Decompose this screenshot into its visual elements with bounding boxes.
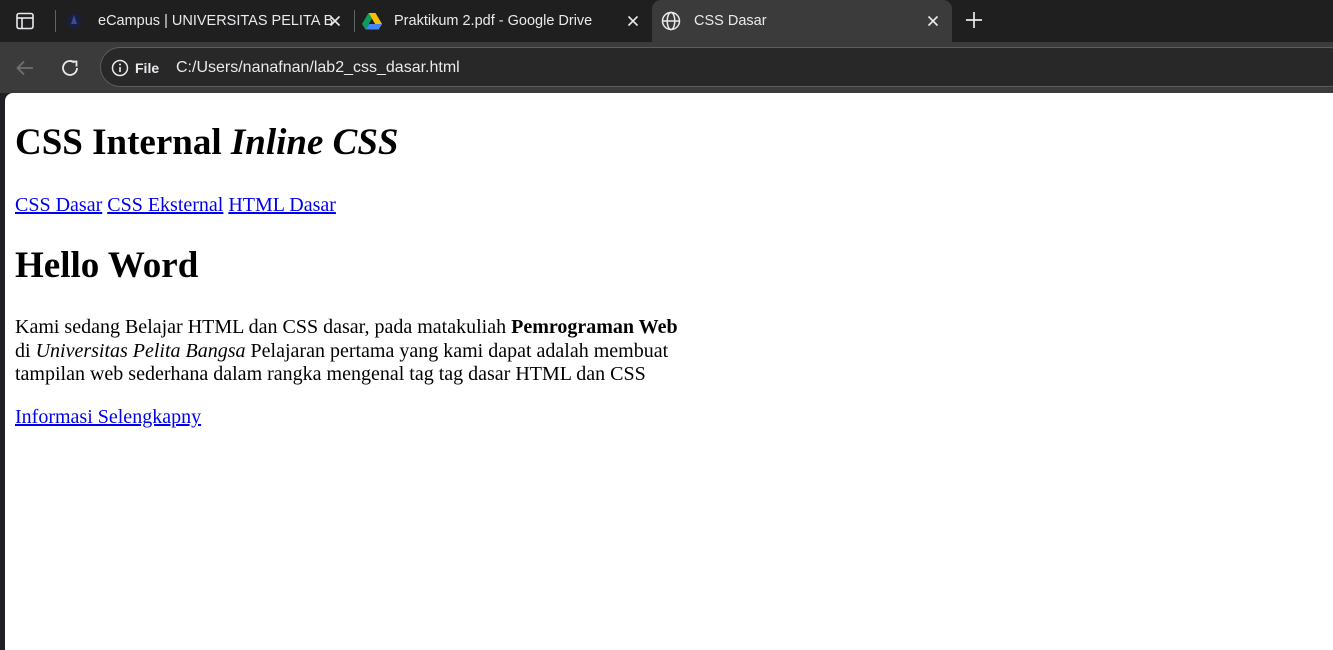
tab-title: eCampus | UNIVERSITAS PELITA B bbox=[98, 13, 334, 29]
reload-icon bbox=[62, 60, 78, 76]
tab-actions-button[interactable] bbox=[8, 8, 42, 34]
link-css-dasar[interactable]: CSS Dasar bbox=[15, 194, 102, 216]
site-info-chip[interactable]: File bbox=[111, 57, 159, 79]
nav-links: CSS Dasar CSS Eksternal HTML Dasar bbox=[15, 194, 336, 217]
new-tab-button[interactable] bbox=[962, 8, 986, 32]
plus-icon bbox=[966, 12, 982, 28]
site-chip-label: File bbox=[135, 60, 160, 76]
back-button[interactable] bbox=[12, 55, 38, 81]
tab-separator bbox=[55, 10, 56, 32]
tab-separator bbox=[354, 10, 355, 32]
info-icon bbox=[111, 59, 129, 77]
campus-logo-icon bbox=[64, 11, 84, 31]
heading-italic: Inline CSS bbox=[230, 122, 399, 163]
section-heading: Hello Word bbox=[15, 245, 199, 286]
heading-plain: CSS Internal bbox=[15, 122, 231, 163]
address-bar[interactable]: File C:/Users/nanafnan/lab2_css_dasar.ht… bbox=[100, 47, 1333, 87]
tab-ecampus[interactable]: eCampus | UNIVERSITAS PELITA B bbox=[58, 0, 354, 42]
paragraph-italic: Universitas Pelita Bangsa bbox=[35, 339, 246, 362]
tab-title: CSS Dasar bbox=[694, 13, 767, 29]
close-tab-icon[interactable] bbox=[624, 12, 642, 30]
close-tab-icon[interactable] bbox=[326, 12, 344, 30]
tab-google-drive[interactable]: Praktikum 2.pdf - Google Drive bbox=[356, 0, 652, 42]
intro-paragraph: Kami sedang Belajar HTML dan CSS dasar, … bbox=[15, 316, 683, 387]
tab-strip: eCampus | UNIVERSITAS PELITA B Praktikum… bbox=[0, 0, 1333, 42]
google-drive-icon bbox=[362, 11, 382, 31]
page-viewport: CSS Internal Inline CSS CSS Dasar CSS Ek… bbox=[5, 93, 1333, 650]
page-heading: CSS Internal Inline CSS bbox=[15, 121, 399, 165]
back-arrow-icon bbox=[16, 60, 33, 76]
more-info-link[interactable]: Informasi Selengkapny bbox=[15, 406, 201, 429]
link-html-dasar[interactable]: HTML Dasar bbox=[228, 194, 336, 216]
tab-title: Praktikum 2.pdf - Google Drive bbox=[394, 13, 593, 29]
link-css-eksternal[interactable]: CSS Eksternal bbox=[107, 194, 223, 216]
paragraph-text-2: di bbox=[15, 339, 36, 362]
tab-css-dasar[interactable]: CSS Dasar bbox=[652, 0, 952, 42]
close-tab-icon[interactable] bbox=[924, 12, 942, 30]
browser-toolbar: File C:/Users/nanafnan/lab2_css_dasar.ht… bbox=[0, 42, 1333, 93]
globe-icon bbox=[661, 11, 681, 31]
paragraph-text-1: Kami sedang Belajar HTML dan CSS dasar, … bbox=[15, 316, 512, 338]
url-text[interactable]: C:/Users/nanafnan/lab2_css_dasar.html bbox=[176, 59, 460, 77]
paragraph-bold: Pemrograman Web bbox=[511, 316, 678, 338]
reload-button[interactable] bbox=[57, 55, 83, 81]
tab-actions-icon bbox=[16, 12, 34, 30]
